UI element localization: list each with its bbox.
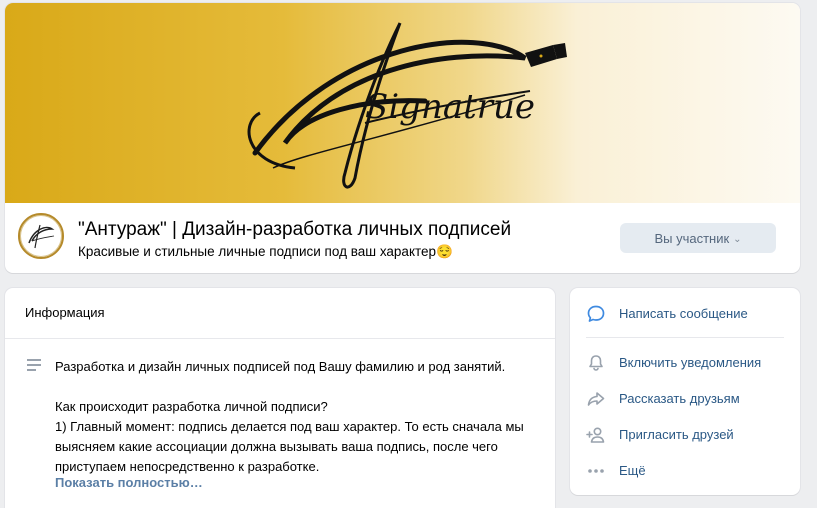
avatar[interactable] [18,213,64,259]
enable-notifications-label: Включить уведомления [619,355,762,370]
more-label: Ещё [619,463,646,478]
add-user-icon [586,427,605,443]
group-status: Красивые и стильные личные подписи под в… [78,244,453,259]
share-button[interactable]: Рассказать друзьям [570,383,800,413]
more-button[interactable]: Ещё [570,455,800,485]
group-description: Разработка и дизайн личных подписей под … [55,359,524,474]
avatar-signature-icon [28,224,55,249]
actions-card: Написать сообщение Включить уведомления … [570,288,800,495]
chevron-down-icon: ⌄ [733,233,742,245]
cover-image: Signatrue [5,3,800,203]
info-title: Информация [25,305,105,320]
share-label: Рассказать друзьям [619,391,740,406]
more-dots-icon [588,469,604,473]
invite-friends-button[interactable]: Пригласить друзей [570,419,800,449]
signature-logo: Signatrue [247,22,567,189]
logo-text: Signatrue [365,87,535,127]
show-more-link[interactable]: Показать полностью… [55,475,203,490]
bell-icon [589,355,603,371]
divider [5,338,555,339]
description-icon [27,359,41,371]
group-header-card: Signatrue "Антураж" | Дизайн-разработка … [5,3,800,273]
share-icon [587,392,605,406]
message-icon [587,305,605,322]
info-card: Информация Разработка и дизайн личных по… [5,288,555,508]
group-name: "Антураж" | Дизайн-разработка личных под… [78,219,512,240]
member-button[interactable]: Вы участник ⌄ [620,223,776,253]
invite-friends-label: Пригласить друзей [619,427,734,442]
enable-notifications-button[interactable]: Включить уведомления [570,347,800,377]
write-message-button[interactable]: Написать сообщение [570,298,800,328]
write-message-label: Написать сообщение [619,306,748,321]
divider [586,337,784,338]
member-button-label: Вы участник [654,230,730,246]
